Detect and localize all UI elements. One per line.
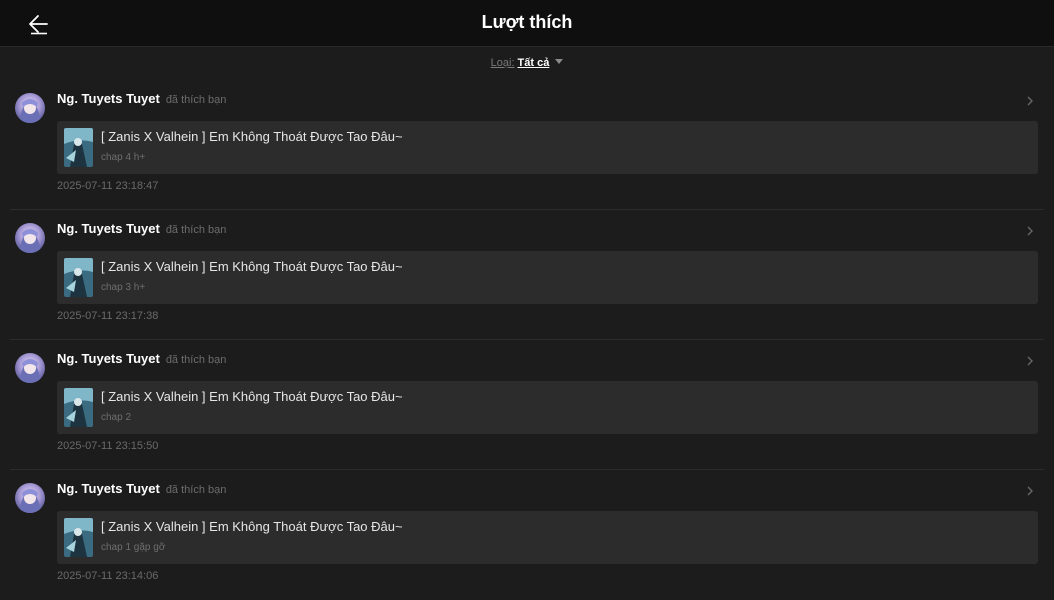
user-name[interactable]: Ng. Tuyets Tuyet — [57, 221, 160, 236]
top-bar: Lượt thích — [0, 0, 1054, 47]
story-card[interactable]: [ Zanis X Valhein ] Em Không Thoát Được … — [57, 251, 1038, 304]
timestamp: 2025-07-11 23:14:06 — [57, 570, 159, 582]
story-thumbnail — [64, 258, 93, 297]
story-card[interactable]: [ Zanis X Valhein ] Em Không Thoát Được … — [57, 121, 1038, 174]
user-name[interactable]: Ng. Tuyets Tuyet — [57, 481, 160, 496]
avatar[interactable] — [15, 223, 45, 253]
user-line: Ng. Tuyets Tuyet đã thích bạn — [57, 91, 226, 106]
chapter-label: chap 4 h+ — [101, 152, 146, 163]
chapter-label: chap 1 gặp gỡ — [101, 542, 166, 553]
user-name[interactable]: Ng. Tuyets Tuyet — [57, 91, 160, 106]
chevron-right-icon[interactable] — [1026, 483, 1034, 501]
user-line: Ng. Tuyets Tuyet đã thích bạn — [57, 221, 226, 236]
action-text: đã thích bạn — [165, 354, 227, 366]
list-item[interactable]: Ng. Tuyets Tuyet đã thích bạn [ Zanis X V… — [10, 340, 1044, 470]
story-thumbnail — [64, 518, 93, 557]
story-thumbnail — [64, 388, 93, 427]
story-title: [ Zanis X Valhein ] Em Không Thoát Được … — [101, 519, 403, 534]
user-name[interactable]: Ng. Tuyets Tuyet — [57, 351, 160, 366]
filter-label: Loại: — [490, 57, 515, 69]
chevron-right-icon[interactable] — [1026, 223, 1034, 241]
chapter-label: chap 2 — [101, 412, 132, 423]
story-thumbnail — [64, 128, 93, 167]
story-card[interactable]: [ Zanis X Valhein ] Em Không Thoát Được … — [57, 381, 1038, 434]
filter-dropdown[interactable]: Tất cả — [518, 57, 550, 69]
list-item[interactable]: Ng. Tuyets Tuyet đã thích bạn [ Zanis X V… — [10, 80, 1044, 210]
story-title: [ Zanis X Valhein ] Em Không Thoát Được … — [101, 389, 403, 404]
action-text: đã thích bạn — [165, 94, 227, 106]
page-title: Lượt thích — [481, 12, 573, 32]
list-item[interactable]: Ng. Tuyets Tuyet đã thích bạn [ Zanis X V… — [10, 470, 1044, 600]
likes-list: Ng. Tuyets Tuyet đã thích bạn [ Zanis X V… — [0, 80, 1054, 600]
caret-down-icon[interactable] — [555, 59, 564, 64]
avatar[interactable] — [15, 353, 45, 383]
timestamp: 2025-07-11 23:17:38 — [57, 310, 159, 322]
filter-row: Loại: Tất cả — [0, 57, 1054, 69]
timestamp: 2025-07-11 23:18:47 — [57, 180, 159, 192]
chevron-right-icon[interactable] — [1026, 353, 1034, 371]
story-card[interactable]: [ Zanis X Valhein ] Em Không Thoát Được … — [57, 511, 1038, 564]
action-text: đã thích bạn — [165, 484, 227, 496]
timestamp: 2025-07-11 23:15:50 — [57, 440, 159, 452]
list-item[interactable]: Ng. Tuyets Tuyet đã thích bạn [ Zanis X V… — [10, 210, 1044, 340]
chevron-right-icon[interactable] — [1026, 93, 1034, 111]
story-title: [ Zanis X Valhein ] Em Không Thoát Được … — [101, 129, 403, 144]
user-line: Ng. Tuyets Tuyet đã thích bạn — [57, 351, 226, 366]
chapter-label: chap 3 h+ — [101, 282, 146, 293]
avatar[interactable] — [15, 483, 45, 513]
user-line: Ng. Tuyets Tuyet đã thích bạn — [57, 481, 226, 496]
avatar[interactable] — [15, 93, 45, 123]
action-text: đã thích bạn — [165, 224, 227, 236]
story-title: [ Zanis X Valhein ] Em Không Thoát Được … — [101, 259, 403, 274]
